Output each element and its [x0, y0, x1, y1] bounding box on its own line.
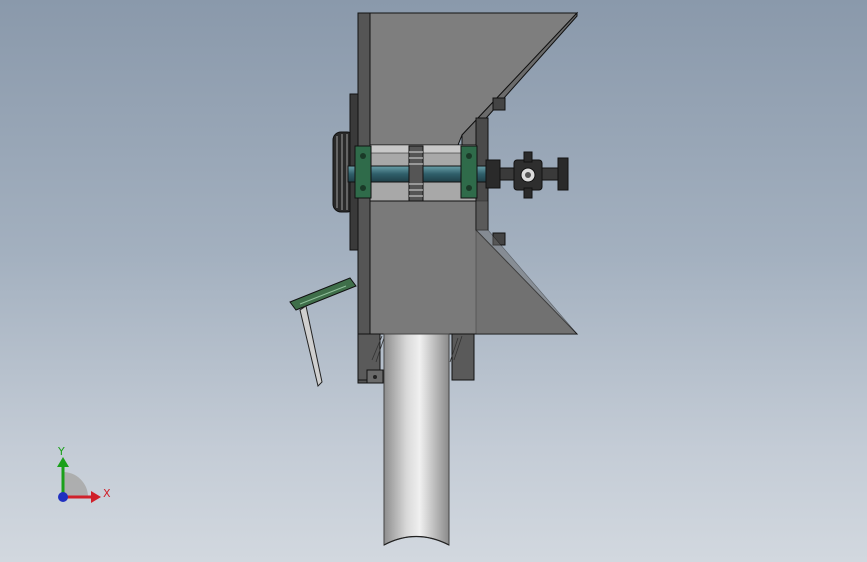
- coupling-assembly[interactable]: [485, 151, 569, 199]
- y-axis-label: Y: [57, 445, 65, 458]
- right-bearing[interactable]: [460, 145, 478, 199]
- orientation-triad: Y X: [57, 445, 111, 503]
- lower-hopper[interactable]: [369, 200, 579, 335]
- sprocket[interactable]: [408, 145, 424, 203]
- z-axis-dot: [58, 492, 68, 502]
- lever-arm[interactable]: [289, 277, 357, 387]
- bottom-bolt[interactable]: [373, 375, 377, 379]
- x-axis-arrow: [91, 491, 101, 503]
- x-axis-label: X: [103, 487, 111, 500]
- discharge-pipe[interactable]: [383, 333, 450, 546]
- left-bearing[interactable]: [354, 145, 372, 199]
- upper-hopper[interactable]: [369, 11, 579, 146]
- upper-bracket[interactable]: [492, 97, 506, 111]
- cad-viewport[interactable]: Y X: [0, 0, 867, 562]
- y-axis-arrow: [57, 457, 69, 467]
- triad-plane-indicator: [63, 472, 88, 497]
